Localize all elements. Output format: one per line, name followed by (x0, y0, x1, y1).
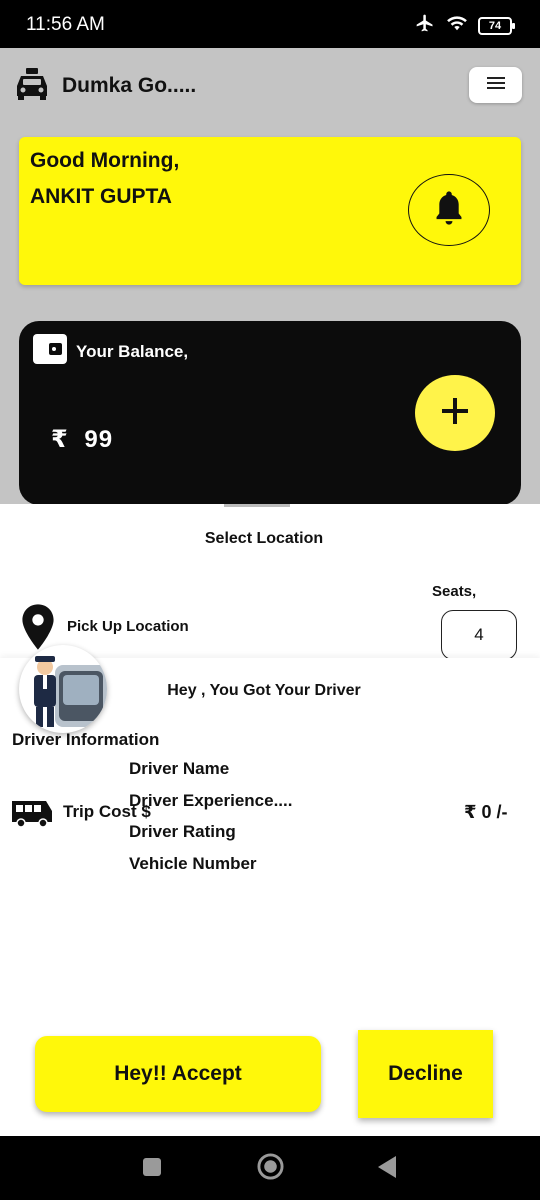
trip-cost-value: ₹ 0 /- (464, 802, 508, 822)
status-bar: 11:56 AM 74 (0, 0, 540, 48)
app-title: Dumka Go..... (62, 74, 197, 97)
status-icons: 74 (414, 13, 515, 38)
greeting-card: Good Morning, ANKIT GUPTA (19, 137, 521, 285)
driver-experience: Driver Experience.... (129, 791, 293, 810)
balance-card: Your Balance, ₹ 99 (19, 321, 521, 505)
user-name: ANKIT GUPTA (30, 185, 172, 208)
seats-label: Seats, (432, 583, 477, 600)
balance-amount: 99 (84, 426, 114, 453)
driver-avatar-image (19, 645, 107, 733)
seats-input[interactable]: 4 (441, 610, 517, 660)
bus-icon (10, 798, 54, 833)
status-time: 11:56 AM (26, 14, 105, 35)
battery-icon: 74 (478, 16, 515, 35)
circle-nav-icon[interactable] (257, 1153, 284, 1185)
trip-cost-label: Trip Cost $ (63, 802, 151, 821)
menu-button[interactable] (469, 67, 522, 103)
driver-info-title: Driver Information (12, 730, 160, 749)
wifi-icon (446, 14, 468, 37)
sheet-handle[interactable] (224, 504, 290, 507)
add-money-button[interactable] (415, 375, 495, 451)
accept-button[interactable]: Hey!! Accept (35, 1036, 321, 1112)
currency-symbol: ₹ (51, 426, 69, 453)
square-nav-icon[interactable] (142, 1157, 162, 1182)
menu-icon (486, 76, 505, 95)
back-nav-icon[interactable] (376, 1155, 398, 1184)
pickup-location-field[interactable]: Pick Up Location (67, 618, 189, 635)
notification-button[interactable] (408, 174, 490, 246)
navigation-bar (0, 1136, 540, 1200)
airplane-icon (414, 13, 436, 38)
decline-button[interactable]: Decline (358, 1030, 493, 1118)
balance-label: Your Balance, (76, 342, 189, 361)
greeting-text: Good Morning, (30, 149, 180, 172)
taxi-icon (14, 66, 50, 107)
balance-value: ₹ 99 (51, 425, 113, 454)
plus-icon (440, 396, 470, 431)
vehicle-number: Vehicle Number (129, 854, 257, 873)
driver-rating: Driver Rating (129, 822, 236, 841)
bell-icon (432, 190, 466, 231)
select-location-title: Select Location (204, 530, 324, 547)
wallet-icon (32, 332, 68, 371)
driver-name: Driver Name (129, 759, 230, 778)
